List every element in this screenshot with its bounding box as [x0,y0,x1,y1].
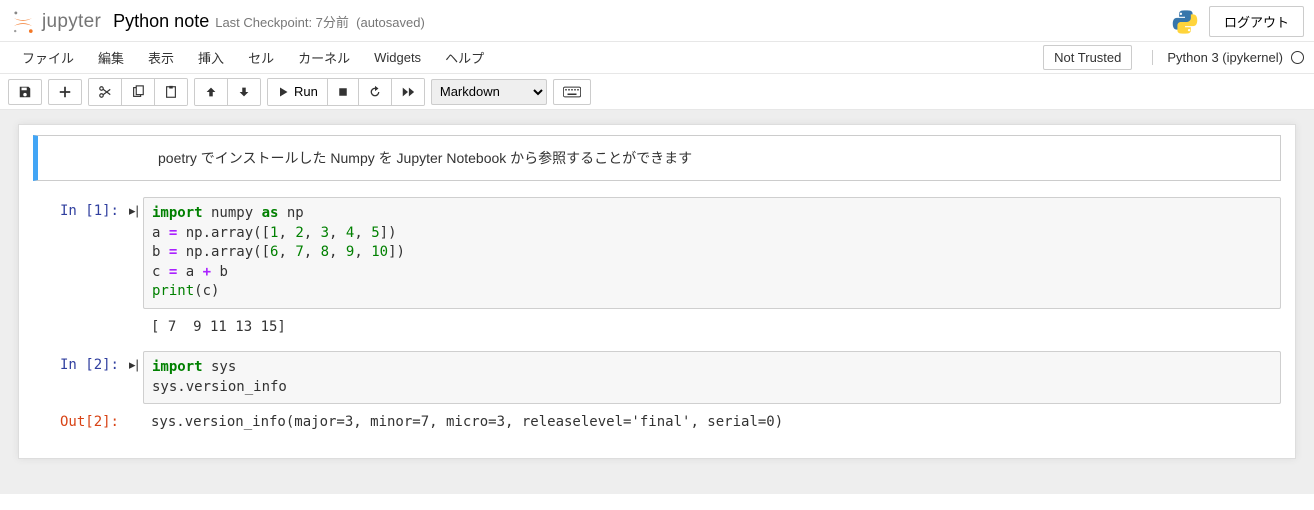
checkpoint-text: Last Checkpoint: 7分前 (autosaved) [215,12,425,31]
arrow-down-icon [237,85,251,99]
cut-button[interactable] [89,79,122,105]
insert-cell-below-button[interactable] [48,79,82,105]
not-trusted-button[interactable]: Not Trusted [1043,45,1132,70]
notebook-background: poetry でインストールした Numpy を Jupyter Noteboo… [0,110,1314,494]
fast-forward-icon [401,85,415,99]
copy-button[interactable] [122,79,155,105]
move-down-button[interactable] [228,79,260,105]
output-row: [ 7 9 11 13 15] [19,311,1295,343]
paste-icon [164,85,178,99]
notebook-container: poetry でインストールした Numpy を Jupyter Noteboo… [18,124,1296,459]
output-row: Out[2]: sys.version_info(major=3, minor=… [19,406,1295,438]
code-input[interactable]: import numpy as np a = np.array([1, 2, 3… [143,197,1281,309]
interrupt-button[interactable] [328,79,359,105]
arrow-up-icon [204,85,218,99]
kernel-indicator: Python 3 (ipykernel) [1152,50,1304,65]
move-group [194,78,261,106]
restart-run-all-button[interactable] [392,79,424,105]
menu-view[interactable]: 表示 [136,42,186,73]
menu-help[interactable]: ヘルプ [433,42,496,73]
save-icon [18,85,32,99]
copy-icon [131,85,145,99]
run-group: Run [267,78,425,106]
execute-result: sys.version_info(major=3, minor=7, micro… [143,408,1281,436]
out-prompt-empty [19,313,129,341]
celltype-select[interactable]: Code Markdown Raw NBConvert Heading [431,79,547,105]
play-icon [277,86,289,98]
plus-icon [58,85,72,99]
markdown-cell[interactable]: poetry でインストールした Numpy を Jupyter Noteboo… [33,135,1281,181]
command-palette-button[interactable] [553,79,591,105]
run-cell-icon[interactable]: ▸| [129,197,143,309]
paste-button[interactable] [155,79,187,105]
menu-cell[interactable]: セル [236,42,286,73]
keyboard-icon [563,86,581,98]
menu-insert[interactable]: 挿入 [186,42,236,73]
brand-text[interactable]: jupyter [42,11,101,33]
python-logo-icon [1171,8,1199,36]
in-prompt: In [2]: [19,351,129,404]
restart-button[interactable] [359,79,392,105]
code-cell[interactable]: In [2]: ▸| import sys sys.version_info [19,349,1295,406]
move-up-button[interactable] [195,79,228,105]
menu-kernel[interactable]: カーネル [286,42,362,73]
jupyter-logo-icon [10,9,36,35]
stream-output: [ 7 9 11 13 15] [143,313,1281,341]
in-prompt: In [1]: [19,197,129,309]
scissors-icon [98,85,112,99]
run-cell-icon[interactable]: ▸| [129,351,143,404]
logout-button[interactable]: ログアウト [1209,6,1304,37]
out-prompt: Out[2]: [19,408,129,436]
cut-copy-paste-group [88,78,188,106]
code-cell[interactable]: In [1]: ▸| import numpy as np a = np.arr… [19,195,1295,311]
menu-widgets[interactable]: Widgets [362,44,433,71]
restart-icon [368,85,382,99]
header-bar: jupyter Python note Last Checkpoint: 7分前… [0,0,1314,42]
markdown-content: poetry でインストールした Numpy を Jupyter Noteboo… [38,136,1280,180]
kernel-idle-icon [1291,51,1304,64]
menu-file[interactable]: ファイル [10,42,86,73]
menu-edit[interactable]: 編集 [86,42,136,73]
notebook-name[interactable]: Python note [113,11,209,32]
code-input[interactable]: import sys sys.version_info [143,351,1281,404]
save-button[interactable] [8,79,42,105]
run-button[interactable]: Run [268,79,328,105]
kernel-name[interactable]: Python 3 (ipykernel) [1167,50,1283,65]
toolbar: Run Code Markdown Raw NBConvert Heading [0,74,1314,110]
stop-icon [337,86,349,98]
menubar: ファイル 編集 表示 挿入 セル カーネル Widgets ヘルプ Not Tr… [0,42,1314,74]
